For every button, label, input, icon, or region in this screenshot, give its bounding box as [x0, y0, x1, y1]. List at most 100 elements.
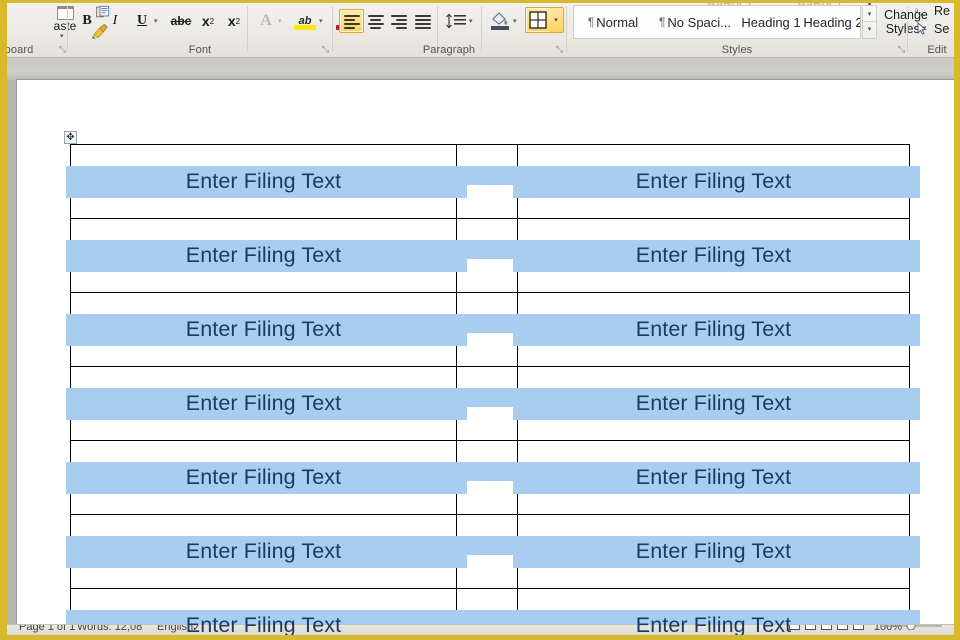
table-row[interactable]: Enter Filing Text Enter Filing Text: [66, 440, 920, 515]
text-highlight-button[interactable]: ab: [293, 9, 317, 33]
svg-text:ac: ac: [919, 10, 925, 18]
styles-scrollbar[interactable]: ▴ ▾ ▾: [862, 3, 877, 39]
filing-labels-table[interactable]: Enter Filing Text Enter Filing Text Enter …: [66, 144, 920, 635]
table-row[interactable]: Enter Filing Text Enter Filing Text: [66, 292, 920, 367]
table-cell-middle[interactable]: [452, 292, 522, 367]
text-effects-chevron-down-icon[interactable]: ▾: [278, 18, 282, 25]
document-page[interactable]: ✥ Enter Filing Text Enter Filing Text Ente…: [17, 80, 954, 635]
style-item-normal[interactable]: ¶ Normal: [574, 6, 652, 38]
align-right-button[interactable]: [386, 9, 411, 33]
table-cell-right[interactable]: Enter Filing Text: [513, 588, 920, 635]
table-cell-middle[interactable]: [452, 366, 522, 441]
table-cell-right[interactable]: Enter Filing Text: [513, 218, 920, 293]
subscript-button[interactable]: x2: [197, 10, 219, 32]
table-row[interactable]: Enter Filing Text Enter Filing Text: [66, 514, 920, 589]
highlight-color-swatch: [294, 25, 316, 30]
italic-button[interactable]: I: [104, 10, 126, 32]
cell-text: [457, 477, 517, 478]
underline-button[interactable]: U: [131, 10, 153, 32]
table-row[interactable]: Enter Filing Text Enter Filing Text: [66, 366, 920, 441]
table-move-handle[interactable]: ✥: [64, 131, 77, 144]
cell-text: Enter Filing Text: [185, 539, 342, 564]
table-cell-left[interactable]: Enter Filing Text: [66, 144, 467, 219]
subscript-base: x: [201, 13, 210, 29]
strikethrough-button[interactable]: abc: [170, 10, 192, 32]
cell-highlight-band: [452, 462, 522, 481]
table-cell-right[interactable]: Enter Filing Text: [513, 144, 920, 219]
replace-icon: a ac: [915, 4, 931, 18]
styles-scroll-up-icon[interactable]: ▴: [863, 3, 876, 8]
table-row[interactable]: Enter Filing Text Enter Filing Text: [66, 144, 920, 219]
styles-scroll-down-icon[interactable]: ▾: [863, 9, 876, 19]
align-center-icon: [367, 14, 384, 29]
replace-icon-svg: a ac: [915, 6, 925, 18]
table-cell-middle[interactable]: [452, 514, 522, 589]
cell-text: Enter Filing Text: [635, 613, 792, 635]
align-justify-icon: [414, 14, 431, 29]
align-center-button[interactable]: [363, 9, 388, 33]
cell-highlight-band: [452, 240, 522, 259]
cell-highlight-band: [452, 388, 522, 407]
font-dialog-launcher[interactable]: ⤡: [320, 44, 331, 55]
text-effects-button[interactable]: A: [255, 10, 277, 32]
group-label-styles: Styles: [721, 44, 753, 56]
replace-button[interactable]: a ac Re: [915, 4, 950, 18]
shading-button[interactable]: [488, 9, 512, 33]
status-page-indicator[interactable]: Page 1 of 1: [19, 625, 75, 633]
cell-text: [457, 551, 517, 552]
table-cell-middle[interactable]: [452, 440, 522, 515]
paste-chevron-down-icon[interactable]: ▾: [60, 33, 64, 40]
highlight-chevron-down-icon[interactable]: ▾: [319, 18, 323, 25]
align-justify-button[interactable]: [410, 9, 435, 33]
bold-button[interactable]: B: [76, 10, 98, 32]
table-cell-right[interactable]: Enter Filing Text: [513, 440, 920, 515]
table-cell-right[interactable]: Enter Filing Text: [513, 292, 920, 367]
style-item-no-spacing[interactable]: ¶ No Spaci...: [652, 6, 738, 38]
cell-text: [457, 329, 517, 330]
align-left-button[interactable]: [339, 9, 364, 33]
table-cell-left[interactable]: Enter Filing Text: [66, 440, 467, 515]
cell-text: Enter Filing Text: [185, 243, 342, 268]
shading-paint-bucket-icon: [491, 12, 509, 30]
line-spacing-button[interactable]: [444, 9, 468, 33]
borders-button[interactable]: [525, 7, 551, 33]
table-cell-left[interactable]: Enter Filing Text: [66, 366, 467, 441]
table-cell-left[interactable]: Enter Filing Text: [66, 588, 467, 635]
paragraph-dialog-launcher[interactable]: ⤡: [554, 44, 565, 55]
subscript-mark: 2: [209, 16, 215, 26]
table-cell-right[interactable]: Enter Filing Text: [513, 514, 920, 589]
borders-grid-icon: [529, 11, 547, 29]
align-right-icon: [390, 14, 407, 29]
select-label: Se: [934, 22, 950, 36]
table-cell-left[interactable]: Enter Filing Text: [66, 292, 467, 367]
superscript-base: x: [227, 13, 236, 29]
shading-chevron-down-icon[interactable]: ▾: [513, 18, 517, 25]
cell-text: Enter Filing Text: [635, 391, 792, 416]
cell-text: Enter Filing Text: [185, 391, 342, 416]
styles-dialog-launcher[interactable]: ⤡: [896, 44, 907, 55]
cursor-arrow-icon: [915, 22, 931, 36]
table-cell-right[interactable]: Enter Filing Text: [513, 366, 920, 441]
borders-dropdown-button[interactable]: ▾: [549, 7, 564, 33]
document-canvas[interactable]: ✥ Enter Filing Text Enter Filing Text Ente…: [7, 58, 954, 635]
table-cell-middle[interactable]: [452, 144, 522, 219]
style-item-heading-2[interactable]: Heading 2: [803, 6, 860, 38]
line-spacing-chevron-down-icon[interactable]: ▾: [469, 18, 473, 25]
pilcrow-icon-0: ¶: [587, 15, 595, 29]
underline-chevron-down-icon[interactable]: ▾: [154, 18, 158, 25]
table-row[interactable]: Enter Filing Text Enter Filing Text: [66, 218, 920, 293]
select-button[interactable]: Se: [915, 22, 949, 36]
table-cell-left[interactable]: Enter Filing Text: [66, 514, 467, 589]
style-item-heading-1[interactable]: Heading 1: [738, 6, 804, 38]
cell-highlight-band: [452, 536, 522, 555]
table-cell-middle[interactable]: [452, 218, 522, 293]
cell-highlight-band: [452, 314, 522, 333]
superscript-button[interactable]: x2: [223, 10, 245, 32]
group-label-editing: Edit: [927, 44, 947, 56]
style-label-0: Normal: [596, 14, 639, 30]
style-label-1: No Spaci...: [667, 14, 732, 30]
style-label-2: Heading 1: [741, 14, 801, 30]
table-cell-left[interactable]: Enter Filing Text: [66, 218, 467, 293]
cell-text: Enter Filing Text: [635, 243, 792, 268]
styles-more-icon[interactable]: ▾: [863, 21, 876, 35]
